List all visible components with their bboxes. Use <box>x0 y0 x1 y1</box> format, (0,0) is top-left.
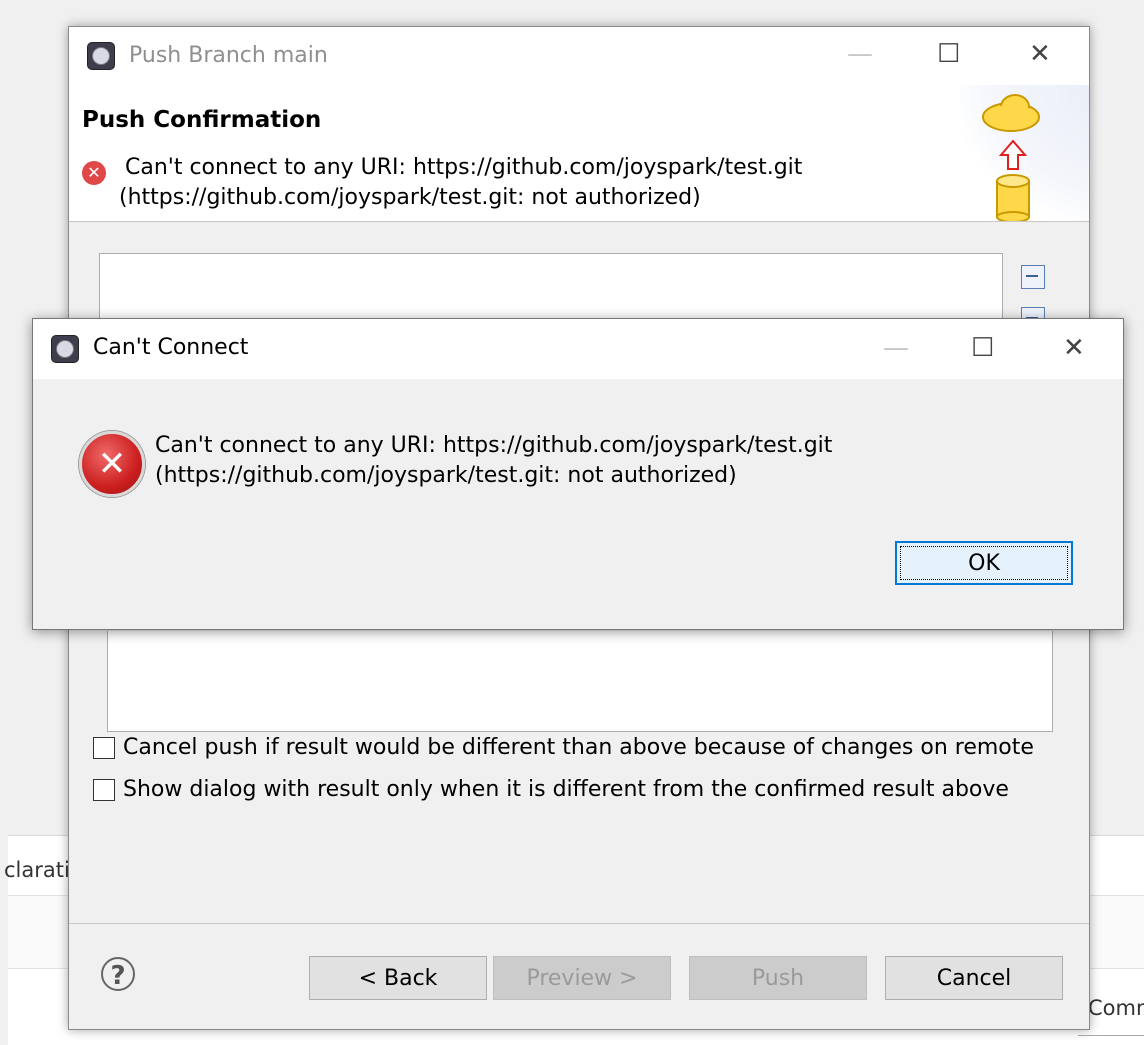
back-button[interactable]: < Back <box>309 956 487 1000</box>
preview-button[interactable]: Preview > <box>493 956 671 1000</box>
eclipse-app-icon <box>51 335 79 363</box>
push-dialog-header: Push Confirmation ✕ Can't connect to any… <box>69 85 1089 222</box>
eclipse-app-icon <box>87 42 115 70</box>
minimize-button[interactable]: — <box>883 333 909 363</box>
cancel-push-checkbox[interactable] <box>93 736 115 759</box>
cancel-push-option[interactable]: Cancel push if result would be different… <box>93 735 1034 760</box>
maximize-button[interactable]: ☐ <box>971 333 994 363</box>
show-dialog-option[interactable]: Show dialog with result only when it is … <box>93 777 1009 802</box>
show-dialog-checkbox[interactable] <box>93 778 115 801</box>
close-button[interactable]: ✕ <box>1063 333 1085 363</box>
background-column-label: Comn <box>1088 996 1144 1020</box>
background-tab-label[interactable]: clarati <box>4 858 70 882</box>
close-button[interactable]: ✕ <box>1029 39 1051 69</box>
cant-connect-dialog: Can't Connect — ☐ ✕ ✕ Can't connect to a… <box>32 318 1124 630</box>
ok-button[interactable]: OK <box>895 541 1073 585</box>
cancel-push-label: Cancel push if result would be different… <box>123 735 1034 760</box>
error-message-line2: (https://github.com/joyspark/test.git: n… <box>155 463 737 488</box>
show-dialog-label: Show dialog with result only when it is … <box>123 777 1009 802</box>
footer-divider <box>69 923 1089 924</box>
error-message-line2: (https://github.com/joyspark/test.git: n… <box>119 185 701 210</box>
error-icon: ✕ <box>82 161 106 185</box>
error-icon: ✕ <box>79 431 145 497</box>
push-dialog-titlebar: Push Branch main — ☐ ✕ <box>69 27 1089 85</box>
push-dialog-title: Push Branch main <box>129 43 328 68</box>
push-button[interactable]: Push <box>689 956 867 1000</box>
error-dialog-titlebar: Can't Connect — ☐ ✕ <box>33 319 1123 379</box>
cancel-button[interactable]: Cancel <box>885 956 1063 1000</box>
cloud-push-icon <box>982 94 1040 221</box>
error-dialog-title: Can't Connect <box>93 335 249 360</box>
maximize-button[interactable]: ☐ <box>937 39 960 69</box>
help-icon[interactable]: ? <box>101 957 135 991</box>
push-result-details[interactable] <box>107 631 1053 732</box>
page-title: Push Confirmation <box>82 107 322 133</box>
error-message-line1: Can't connect to any URI: https://github… <box>125 155 803 180</box>
background-divider <box>1078 1035 1144 1036</box>
minimize-button[interactable]: — <box>847 39 873 69</box>
error-message-line1: Can't connect to any URI: https://github… <box>155 433 833 458</box>
collapse-all-button[interactable] <box>1021 265 1045 289</box>
